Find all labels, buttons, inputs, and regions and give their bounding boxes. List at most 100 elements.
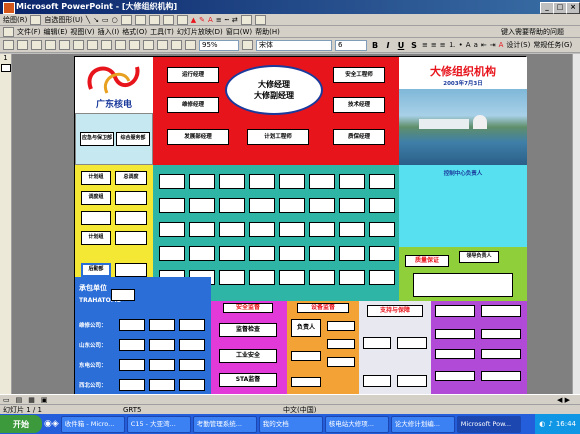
redo-icon[interactable] bbox=[157, 40, 168, 50]
diagram-icon[interactable] bbox=[148, 14, 160, 25]
menu-file[interactable]: 文件(F) bbox=[17, 27, 41, 37]
table-icon[interactable] bbox=[185, 40, 196, 50]
menu-insert[interactable]: 插入(I) bbox=[98, 27, 120, 37]
taskbar-button[interactable]: 论大修计划编... bbox=[390, 415, 455, 433]
title-bar: Microsoft PowerPoint - [大修组织机构] _ □ × bbox=[0, 0, 580, 14]
minimize-button[interactable]: _ bbox=[540, 2, 554, 14]
document-icon[interactable] bbox=[3, 26, 14, 37]
grid-cell-3-7 bbox=[369, 246, 395, 261]
menu-tools[interactable]: 工具(T) bbox=[150, 27, 174, 37]
menu-format[interactable]: 格式(O) bbox=[122, 27, 147, 37]
help-icon[interactable] bbox=[242, 40, 253, 50]
chart-icon[interactable] bbox=[171, 40, 182, 50]
left-box-2b bbox=[115, 211, 147, 225]
save-icon[interactable] bbox=[31, 40, 42, 50]
taskbar-button[interactable]: 核电站大修项... bbox=[324, 415, 389, 433]
taskbar-button[interactable]: 收件箱 - Micro... bbox=[60, 415, 125, 433]
powerpoint-app-icon[interactable] bbox=[3, 2, 15, 14]
quality-assurance-area: 质量保证 领导负责人 bbox=[399, 247, 527, 301]
line-tool-icon[interactable]: ╲ bbox=[86, 16, 90, 24]
view-normal-icon[interactable]: ▭ bbox=[3, 396, 10, 404]
dash-style-icon[interactable]: ┅ bbox=[225, 16, 229, 24]
print-icon[interactable] bbox=[59, 40, 70, 50]
tasks-button[interactable]: 常规任务(G) bbox=[533, 40, 572, 50]
font-select[interactable]: 宋体 bbox=[256, 39, 332, 51]
open-icon[interactable] bbox=[17, 40, 28, 50]
design-button[interactable]: 设计(S) bbox=[506, 40, 530, 50]
line-color-icon[interactable]: ✎ bbox=[199, 16, 205, 24]
h-scrollbar[interactable]: ◀ ▶ bbox=[557, 396, 570, 404]
picture-icon[interactable] bbox=[176, 14, 188, 25]
taskbar-button[interactable]: 我的文档 bbox=[258, 415, 323, 433]
paste-icon[interactable] bbox=[129, 40, 140, 50]
undo-icon[interactable] bbox=[143, 40, 154, 50]
cut-icon[interactable] bbox=[101, 40, 112, 50]
indent-icon[interactable]: ⇤ bbox=[481, 41, 487, 49]
maximize-button[interactable]: □ bbox=[553, 2, 567, 14]
slide-thumbnail-icon[interactable] bbox=[0, 64, 11, 72]
select-arrow-icon[interactable] bbox=[30, 14, 42, 25]
autoshape-menu[interactable]: 自选图形(U) bbox=[44, 15, 83, 25]
copy-icon[interactable] bbox=[115, 40, 126, 50]
menu-window[interactable]: 窗口(W) bbox=[226, 27, 252, 37]
draw-menu[interactable]: 绘图(R) bbox=[3, 15, 27, 25]
fill-color-icon[interactable]: ▲ bbox=[191, 16, 196, 24]
email-icon[interactable] bbox=[45, 40, 56, 50]
oval-tool-icon[interactable]: ○ bbox=[112, 16, 118, 24]
arrow-tool-icon[interactable]: ↘ bbox=[93, 16, 99, 24]
spelling-icon[interactable] bbox=[87, 40, 98, 50]
help-search-box[interactable]: 键入需要帮助的问题 bbox=[501, 27, 564, 37]
shadow-icon[interactable] bbox=[240, 14, 252, 25]
slide-canvas[interactable]: 广东核电 应急与保卫部 综合服务部 运行经理 安全工程师 维修经理 技术经理 发… bbox=[74, 56, 527, 395]
view-slideshow-icon[interactable]: ▣ bbox=[41, 396, 48, 404]
font-size-select[interactable]: 6 bbox=[335, 39, 367, 51]
outline-pane[interactable]: 1 bbox=[0, 54, 12, 394]
menu-edit[interactable]: 编辑(E) bbox=[44, 27, 68, 37]
taskbar-button[interactable]: C15 - 大亚湾... bbox=[126, 415, 191, 433]
preview-icon[interactable] bbox=[73, 40, 84, 50]
line-style-icon[interactable]: ≡ bbox=[216, 16, 222, 24]
view-sorter-icon[interactable]: ▦ bbox=[28, 396, 35, 404]
italic-button[interactable]: I bbox=[383, 41, 393, 50]
align-center-icon[interactable]: ≡ bbox=[431, 41, 437, 49]
menu-help[interactable]: 帮助(H) bbox=[255, 27, 280, 37]
new-icon[interactable] bbox=[3, 40, 14, 50]
grid-cell-0-6 bbox=[339, 174, 365, 189]
close-button[interactable]: × bbox=[566, 2, 580, 14]
quicklaunch-icons[interactable]: ◉◈ bbox=[44, 419, 59, 429]
align-left-icon[interactable]: ≡ bbox=[422, 41, 428, 49]
grid-cell-1-2 bbox=[219, 198, 245, 213]
outdent-icon[interactable]: ⇥ bbox=[490, 41, 496, 49]
clipart-icon[interactable] bbox=[162, 14, 174, 25]
tray-network-icon[interactable]: ◐ bbox=[539, 420, 545, 428]
shadow-text-button[interactable]: S bbox=[409, 41, 419, 50]
arrow-style-icon[interactable]: ⇄ bbox=[232, 16, 238, 24]
3d-icon[interactable] bbox=[254, 14, 266, 25]
status-bar: 幻灯片 1 / 1 GRT5 中文(中国) bbox=[0, 404, 580, 414]
font-color-icon-2[interactable]: A bbox=[499, 41, 504, 49]
bold-button[interactable]: B bbox=[370, 41, 380, 50]
menu-view[interactable]: 视图(V) bbox=[70, 27, 94, 37]
taskbar-button[interactable]: 考勤管理系统... bbox=[192, 415, 257, 433]
font-grow-icon[interactable]: A bbox=[466, 41, 471, 49]
zoom-select[interactable]: 95% bbox=[199, 39, 239, 51]
bullets-icon[interactable]: • bbox=[459, 41, 463, 49]
manager-line1: 大修经理 bbox=[258, 80, 290, 89]
view-outline-icon[interactable]: ▤ bbox=[16, 396, 23, 404]
numbering-icon[interactable]: ⒈ bbox=[449, 40, 456, 50]
quality-title: 质量保证 bbox=[405, 255, 449, 267]
underline-button[interactable]: U bbox=[396, 41, 406, 50]
menu-slideshow[interactable]: 幻灯片放映(D) bbox=[177, 27, 223, 37]
start-button[interactable]: 开始 bbox=[0, 415, 42, 433]
vertical-scrollbar[interactable] bbox=[572, 54, 580, 394]
align-right-icon[interactable]: ≡ bbox=[440, 41, 446, 49]
wordart-icon[interactable] bbox=[134, 14, 146, 25]
font-color-icon[interactable]: A bbox=[208, 16, 213, 24]
contractor-cell bbox=[179, 319, 205, 331]
font-shrink-icon[interactable]: a bbox=[474, 41, 478, 49]
rectangle-tool-icon[interactable]: ▭ bbox=[102, 16, 109, 24]
taskbar-button[interactable]: Microsoft Pow... bbox=[456, 415, 521, 433]
textbox-icon[interactable] bbox=[120, 14, 132, 25]
manager-line2: 大修副经理 bbox=[254, 91, 294, 100]
tray-volume-icon[interactable]: ♪ bbox=[548, 420, 552, 428]
